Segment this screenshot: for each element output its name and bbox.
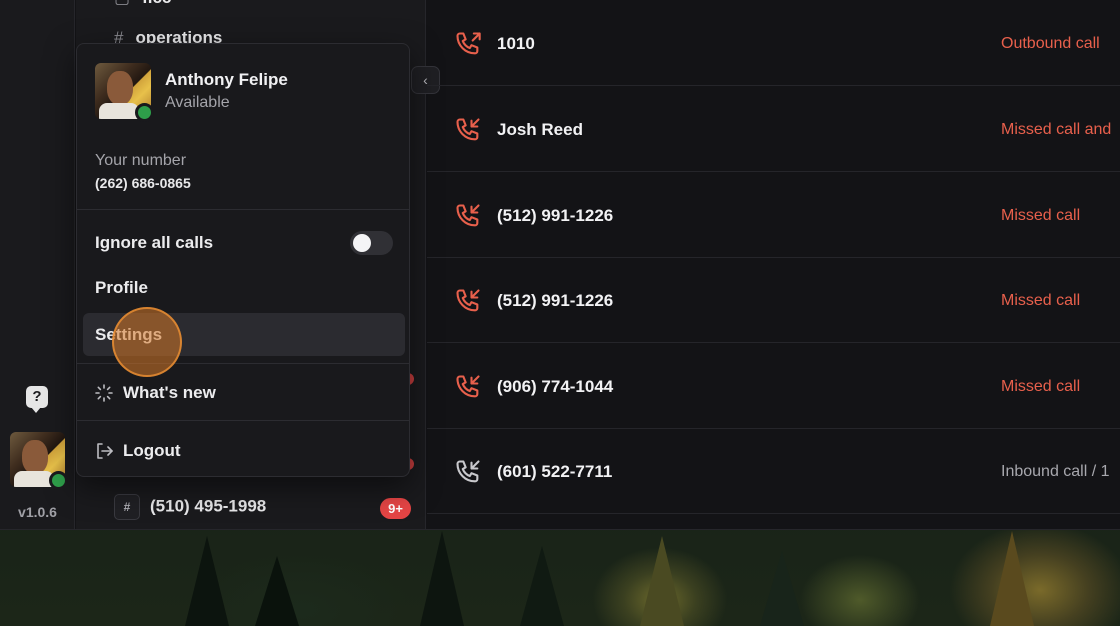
call-row[interactable]: (906) 774-1044 Missed call	[427, 344, 1120, 429]
user-menu: Anthony Felipe Available Your number (26…	[76, 43, 410, 477]
file-icon: ▢	[114, 0, 130, 7]
rail-avatar[interactable]	[10, 432, 68, 490]
left-rail: ? v1.0.6	[0, 0, 75, 529]
call-status: Missed call	[1001, 207, 1081, 224]
click-indicator	[112, 307, 182, 377]
profile-menu-item[interactable]: Profile	[83, 266, 405, 309]
missed-call-icon	[454, 373, 482, 401]
call-list: 1010 Outbound call Josh Reed Missed call an…	[427, 0, 1120, 529]
call-contact-name: 1010	[497, 34, 535, 53]
unread-badge: 9+	[380, 498, 411, 519]
your-number-value: (262) 686-0865	[95, 175, 191, 191]
call-row[interactable]: Josh Reed Missed call and	[427, 87, 1120, 172]
tree-silhouette	[185, 536, 229, 626]
call-row[interactable]: 1010 Outbound call	[427, 1, 1120, 86]
call-row[interactable]: (601) 522-7711 Inbound call / 1	[427, 429, 1120, 514]
call-row[interactable]: (512) 991-1226 Missed call	[427, 258, 1120, 343]
channel-item[interactable]: ▢ ficc	[114, 0, 171, 8]
question-bubble-icon[interactable]: ?	[26, 386, 48, 413]
call-status: Inbound call / 1	[1001, 463, 1110, 480]
call-status: Missed call	[1001, 378, 1081, 395]
channel-label: ficc	[142, 0, 171, 7]
whats-new-menu-item[interactable]: What's new	[123, 383, 216, 403]
ignore-calls-label: Ignore all calls	[95, 233, 214, 252]
tree-silhouette	[640, 536, 684, 626]
tree-silhouette	[990, 531, 1034, 626]
call-contact-name: (512) 991-1226	[497, 291, 614, 310]
user-name: Anthony Felipe	[165, 70, 288, 89]
user-status: Available	[165, 94, 230, 111]
loading-spinner-icon	[95, 384, 113, 402]
missed-call-icon	[454, 202, 482, 230]
your-number-label: Your number	[95, 152, 187, 169]
channel-label: (510) 495-1998	[150, 496, 267, 516]
tree-silhouette	[520, 546, 564, 626]
toggle-knob	[353, 234, 371, 252]
call-status: Missed call and	[1001, 121, 1112, 138]
call-contact-name: Josh Reed	[497, 120, 583, 139]
call-row[interactable]: (512) 991-1226 Missed call	[427, 173, 1120, 258]
outbound-call-icon	[454, 30, 482, 58]
online-status-dot	[135, 103, 154, 122]
ignore-calls-toggle[interactable]	[350, 231, 393, 255]
hash-icon: #	[114, 494, 140, 520]
channel-item-phone[interactable]: # (510) 495-1998	[114, 494, 266, 520]
avatar	[95, 63, 154, 122]
app-version: v1.0.6	[18, 504, 57, 520]
missed-call-icon	[454, 116, 482, 144]
inbound-call-icon	[454, 458, 482, 486]
call-status: Outbound call	[1001, 35, 1100, 52]
profile-label: Profile	[95, 278, 148, 297]
divider	[77, 209, 409, 210]
tree-silhouette	[420, 531, 464, 626]
tree-silhouette	[255, 556, 299, 626]
divider	[77, 420, 409, 421]
missed-call-icon	[454, 287, 482, 315]
online-status-dot	[49, 471, 68, 490]
call-status: Missed call	[1001, 292, 1081, 309]
app-window: ? v1.0.6 ▢ficc #operations #(510) 495-19…	[0, 0, 1120, 530]
call-contact-name: (906) 774-1044	[497, 377, 614, 396]
logout-menu-item[interactable]: Logout	[123, 441, 181, 461]
tree-silhouette	[760, 551, 804, 626]
logout-icon	[97, 443, 113, 459]
call-contact-name: (512) 991-1226	[497, 206, 614, 225]
call-contact-name: (601) 522-7711	[497, 462, 613, 481]
